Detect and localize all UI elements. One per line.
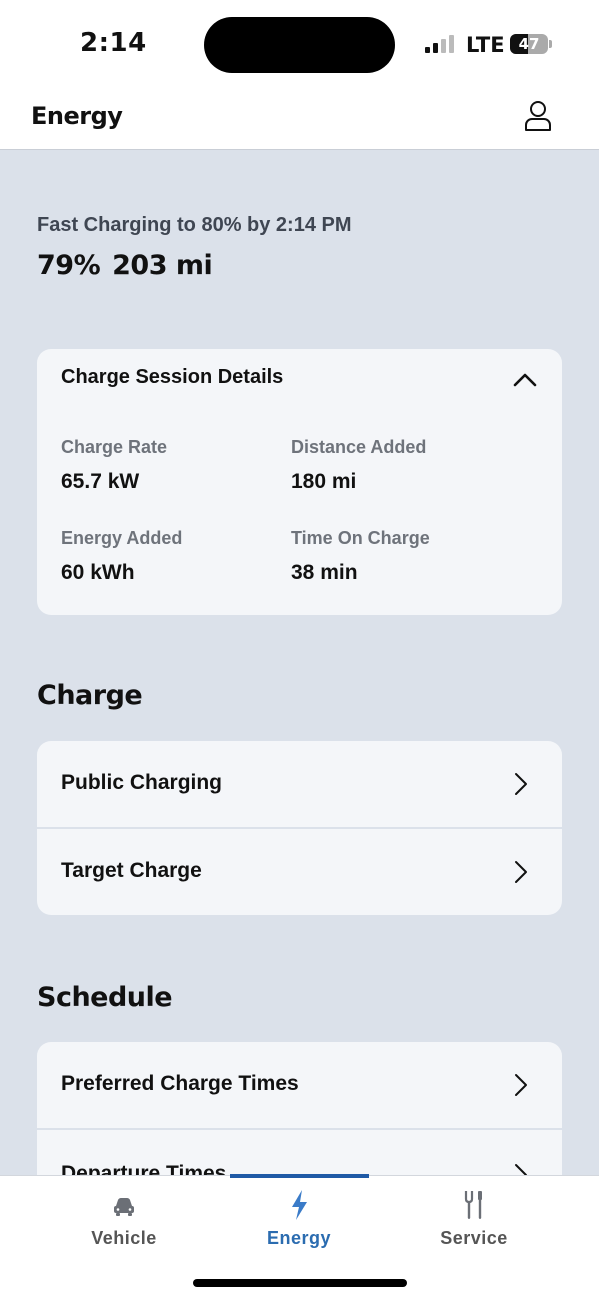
stat-label: Energy Added bbox=[61, 528, 183, 548]
battery-percent: 79% bbox=[37, 250, 101, 281]
preferred-charge-times-row[interactable]: Preferred Charge Times bbox=[37, 1042, 562, 1128]
stat-value: 38 min bbox=[291, 561, 358, 584]
stat-label: Time On Charge bbox=[291, 528, 430, 548]
stat-charge-rate: Charge Rate 65.7 kW bbox=[61, 437, 167, 494]
stat-label: Distance Added bbox=[291, 437, 427, 457]
stat-energy-added: Energy Added 60 kWh bbox=[61, 528, 182, 585]
home-indicator[interactable] bbox=[193, 1279, 407, 1287]
charge-section-title: Charge bbox=[37, 680, 143, 711]
active-tab-indicator bbox=[230, 1174, 369, 1178]
page-title: Energy bbox=[31, 102, 123, 130]
profile-button[interactable] bbox=[524, 100, 552, 132]
battery-tip bbox=[549, 40, 552, 48]
cellular-signal-icon bbox=[425, 35, 459, 53]
public-charging-row[interactable]: Public Charging bbox=[37, 741, 562, 827]
charging-status: Fast Charging to 80% by 2:14 PM bbox=[37, 214, 352, 236]
charge-summary: 79% 203 mi bbox=[37, 250, 213, 281]
person-icon bbox=[525, 101, 551, 131]
battery-icon: 47 bbox=[510, 34, 548, 54]
car-icon bbox=[114, 1198, 134, 1216]
stat-distance-added: Distance Added 180 mi bbox=[291, 437, 426, 494]
status-time: 2:14 bbox=[80, 28, 147, 58]
stat-value: 65.7 kW bbox=[61, 470, 140, 493]
network-type: LTE bbox=[466, 33, 505, 57]
chevron-right-icon bbox=[515, 861, 527, 883]
stat-value: 180 mi bbox=[291, 470, 357, 493]
chevron-right-icon bbox=[515, 773, 527, 795]
tools-icon bbox=[464, 1191, 482, 1219]
chevron-right-icon bbox=[515, 1074, 527, 1096]
card-title: Charge Session Details bbox=[61, 366, 284, 388]
range-value: 203 mi bbox=[112, 250, 213, 281]
tab-label: Vehicle bbox=[91, 1228, 157, 1248]
chevron-up-icon bbox=[513, 373, 537, 387]
tab-label: Service bbox=[440, 1228, 508, 1248]
lightning-bolt-icon bbox=[292, 1190, 307, 1220]
row-label: Target Charge bbox=[61, 859, 202, 882]
dynamic-island bbox=[204, 17, 395, 73]
status-bar: 2:14 LTE 47 bbox=[0, 0, 599, 90]
target-charge-row[interactable]: Target Charge bbox=[37, 829, 562, 915]
collapse-button[interactable] bbox=[511, 367, 539, 391]
stat-label: Charge Rate bbox=[61, 437, 168, 457]
stat-value: 60 kWh bbox=[61, 561, 135, 584]
charge-session-details-card: Charge Session Details Charge Rate 65.7 … bbox=[37, 349, 562, 615]
stat-time-on-charge: Time On Charge 38 min bbox=[291, 528, 430, 585]
row-label: Preferred Charge Times bbox=[61, 1072, 299, 1095]
row-label: Public Charging bbox=[61, 771, 223, 794]
schedule-section-title: Schedule bbox=[37, 982, 173, 1013]
battery-level: 47 bbox=[518, 35, 540, 53]
tab-label: Energy bbox=[266, 1228, 332, 1248]
app-header: Energy bbox=[0, 90, 599, 150]
